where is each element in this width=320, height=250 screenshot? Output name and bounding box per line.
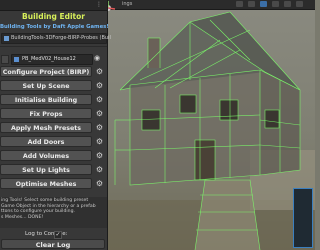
object-picker-icon[interactable]: ◉ [94, 54, 100, 63]
prefab-icon [1, 55, 9, 64]
optimise-meshes-button[interactable]: Optimise Meshes [0, 178, 92, 189]
gear-icon[interactable]: ⚙ [95, 165, 104, 174]
log-to-console-checkbox[interactable]: ✓ [54, 231, 62, 239]
gear-icon[interactable]: ⚙ [95, 81, 104, 90]
asset-field-value: BuildingTools-3DForge-BIRP-Probes (Buil [11, 35, 111, 41]
toolbar-button[interactable] [296, 1, 303, 7]
toolbar-button[interactable] [236, 1, 243, 7]
panel-header: ⋮ [0, 0, 107, 11]
set-up-lights-button[interactable]: Set Up Lights [0, 164, 92, 175]
panel-title: Building Editor [22, 12, 85, 21]
gear-icon[interactable]: ⚙ [95, 137, 104, 146]
more-options-icon[interactable]: ⋮ [96, 1, 102, 9]
toolbar-button[interactable] [272, 1, 279, 7]
log-text: ing Tools! Select some building preset G… [1, 198, 96, 220]
gear-icon[interactable]: ⚙ [95, 95, 104, 104]
toolbar-button[interactable] [260, 1, 267, 7]
target-object-field[interactable]: PB_MedV02_House12 [11, 54, 93, 65]
log-to-console-row: Log to Console: ✓ [0, 230, 107, 239]
toolbar-button[interactable] [284, 1, 291, 7]
target-object-row: PB_MedV02_House12 ◉ [0, 54, 107, 65]
gear-icon[interactable]: ⚙ [95, 109, 104, 118]
panel-subtitle: Building Tools by Daft Apple Games! [0, 24, 109, 30]
fix-props-button[interactable]: Fix Props [0, 108, 92, 119]
gear-icon[interactable]: ⚙ [95, 123, 104, 132]
target-object-value: PB_MedV02_House12 [22, 56, 76, 62]
camera-preview [293, 188, 313, 248]
building-tools-asset-field[interactable]: BuildingTools-3DForge-BIRP-Probes (Buil [1, 33, 111, 44]
building-wireframe [100, 11, 315, 250]
set-up-scene-button[interactable]: Set Up Scene [0, 80, 92, 91]
gear-icon[interactable]: ⚙ [95, 67, 104, 76]
add-doors-button[interactable]: Add Doors [0, 136, 92, 147]
apply-mesh-presets-button[interactable]: Apply Mesh Presets [0, 122, 92, 133]
gear-icon[interactable]: ⚙ [95, 151, 104, 160]
scene-toolbar: ings [100, 0, 315, 10]
scene-tab-label[interactable]: ings [122, 0, 132, 9]
gear-icon[interactable]: ⚙ [95, 179, 104, 188]
scene-viewport[interactable]: ings [100, 0, 315, 250]
clear-log-button[interactable]: Clear Log [1, 239, 105, 249]
cube-icon [14, 57, 19, 62]
log-output[interactable]: ing Tools! Select some building preset G… [0, 197, 107, 228]
configure-project-button[interactable]: Configure Project (BIRP) [0, 66, 92, 77]
toolbar-button[interactable] [248, 1, 255, 7]
divider [0, 46, 107, 47]
building-editor-panel: ⋮ Building Editor Building Tools by Daft… [0, 0, 111, 250]
initialise-building-button[interactable]: Initialise Building [0, 94, 92, 105]
add-volumes-button[interactable]: Add Volumes [0, 150, 92, 161]
scriptable-object-icon [4, 36, 9, 41]
